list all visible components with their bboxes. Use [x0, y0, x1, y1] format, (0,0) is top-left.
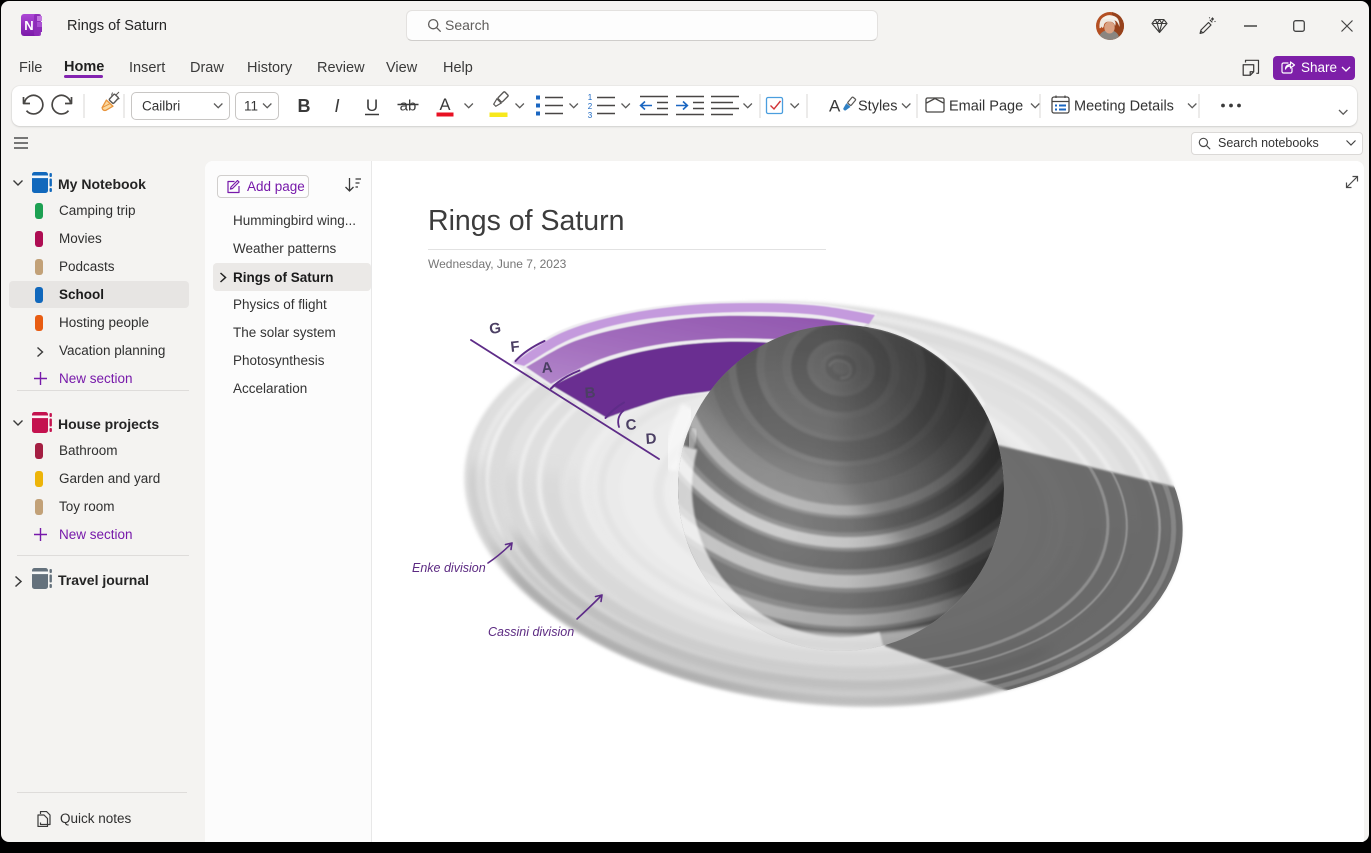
svg-text:Meeting Details: Meeting Details [1074, 99, 1174, 115]
svg-text:ab: ab [400, 98, 417, 115]
svg-text:I: I [334, 96, 339, 116]
svg-text:1: 1 [588, 93, 593, 102]
svg-text:N: N [24, 18, 33, 33]
svg-text:3: 3 [588, 111, 593, 120]
svg-text:U: U [366, 96, 378, 115]
svg-text:A: A [829, 97, 841, 116]
svg-text:Styles: Styles [858, 99, 898, 115]
svg-text:Email Page: Email Page [949, 99, 1023, 115]
svg-text:G: G [488, 320, 502, 338]
svg-text:11: 11 [244, 99, 258, 114]
svg-text:D: D [645, 430, 657, 448]
svg-text:B: B [584, 384, 596, 402]
svg-text:Cassini division: Cassini division [488, 625, 574, 639]
svg-text:C: C [625, 416, 637, 434]
svg-text:2: 2 [588, 102, 593, 111]
svg-text:A: A [439, 96, 450, 114]
svg-text:A: A [541, 359, 553, 377]
svg-text:B: B [298, 96, 311, 116]
svg-text:Cailbri: Cailbri [142, 99, 180, 114]
svg-text:F: F [510, 338, 521, 356]
svg-text:Enke division: Enke division [412, 561, 486, 575]
